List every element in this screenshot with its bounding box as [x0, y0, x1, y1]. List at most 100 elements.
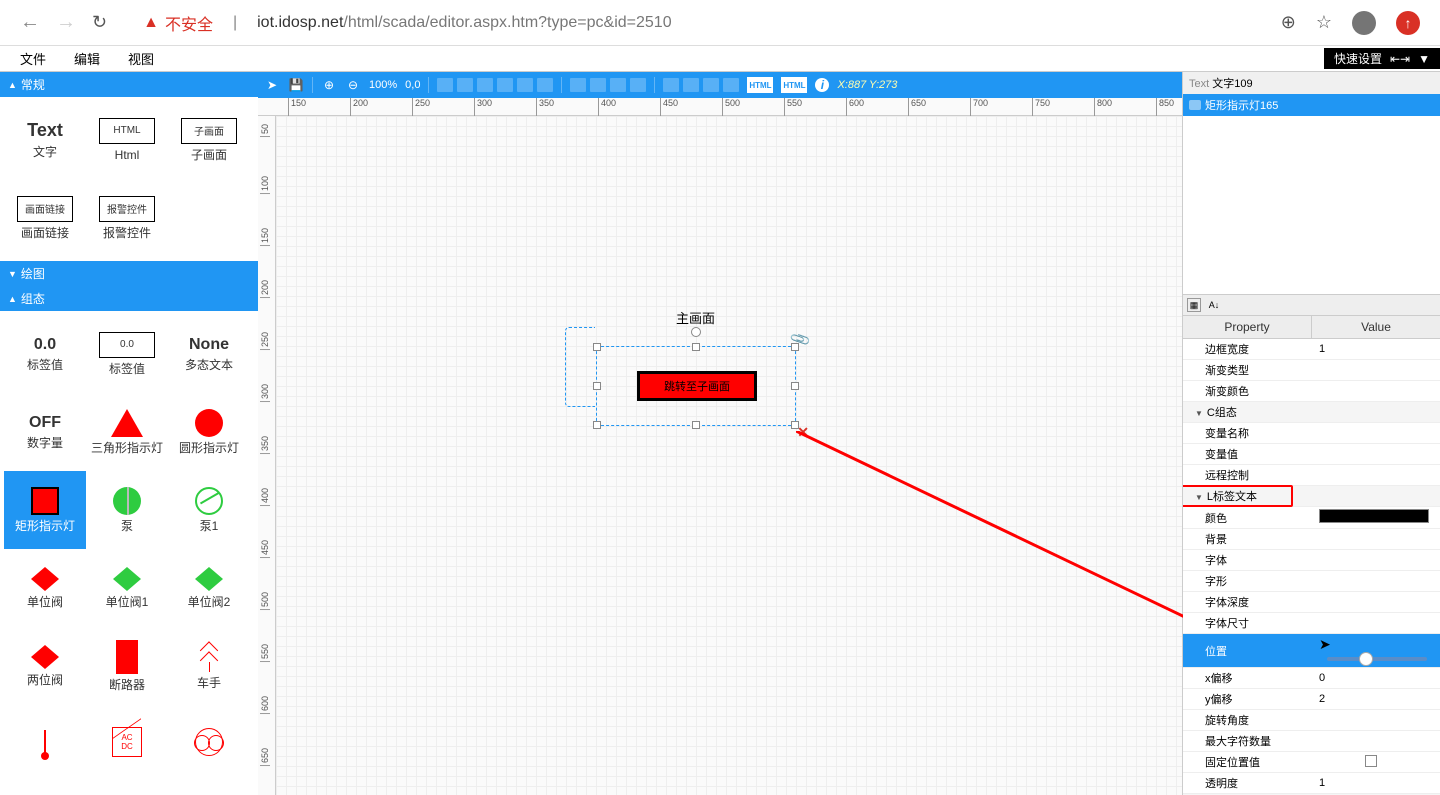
section-draw[interactable]: ▼绘图: [0, 261, 258, 286]
prop-变量名称[interactable]: 变量名称: [1183, 423, 1440, 444]
menu-view[interactable]: 视图: [114, 49, 168, 68]
section-group[interactable]: ▲组态: [0, 286, 258, 311]
indicator-button[interactable]: 跳转至子画面: [637, 371, 757, 401]
resize-handle-se[interactable]: [791, 421, 799, 429]
canvas-title-text: 主画面: [676, 308, 715, 327]
distribute-tools[interactable]: [570, 78, 646, 92]
canvas[interactable]: 主画面 📎 ✕ 跳转至子画面: [276, 116, 1182, 795]
prop-字体[interactable]: 字体: [1183, 550, 1440, 571]
prop-L标签文本[interactable]: L标签文本: [1183, 486, 1440, 507]
shape-报警控件[interactable]: 报警控件报警控件: [86, 179, 168, 257]
shape-矩形指示灯[interactable]: 矩形指示灯: [4, 471, 86, 549]
shape-文字[interactable]: Text文字: [4, 101, 86, 179]
prop-边框宽度[interactable]: 边框宽度1: [1183, 339, 1440, 360]
zoom-icon[interactable]: ⊕: [1281, 12, 1296, 33]
section-normal[interactable]: ▲常规: [0, 72, 258, 97]
security-label: 不安全: [165, 11, 213, 35]
prop-固定位置值[interactable]: 固定位置值: [1183, 752, 1440, 773]
resize-handle-nw[interactable]: [593, 343, 601, 351]
shape-子画面[interactable]: 子画面子画面: [168, 101, 250, 179]
html-badge2-icon[interactable]: HTML: [781, 77, 807, 93]
shape-单位阀1[interactable]: 单位阀1: [86, 549, 168, 627]
zoom-out-icon[interactable]: ⊖: [345, 77, 361, 93]
prop-变量值[interactable]: 变量值: [1183, 444, 1440, 465]
menu-file[interactable]: 文件: [6, 49, 60, 68]
prop-y偏移[interactable]: y偏移2: [1183, 689, 1440, 710]
prop-透明度[interactable]: 透明度1: [1183, 773, 1440, 794]
rotate-handle[interactable]: [691, 327, 701, 337]
zoom-level[interactable]: 100%: [369, 79, 397, 91]
selected-element-label[interactable]: 矩形指示灯165: [1183, 94, 1440, 116]
resize-handle-w[interactable]: [593, 382, 601, 390]
text-element-label[interactable]: Text Text 文字109文字109: [1183, 72, 1440, 94]
shape-单位阀[interactable]: 单位阀: [4, 549, 86, 627]
shape-三角形指示灯[interactable]: 三角形指示灯: [86, 393, 168, 471]
shape-数字量[interactable]: OFF数字量: [4, 393, 86, 471]
chevron-right-icon: ▼: [8, 269, 17, 279]
shape-两位阀[interactable]: 两位阀: [4, 627, 86, 705]
info-icon[interactable]: i: [815, 78, 829, 92]
shape-thermo[interactable]: [4, 705, 86, 783]
resize-handle-ne[interactable]: [791, 343, 799, 351]
resize-handle-e[interactable]: [791, 382, 799, 390]
prop-位置[interactable]: 位置➤: [1183, 634, 1440, 668]
prop-颜色[interactable]: 颜色: [1183, 507, 1440, 529]
collapse-icon: ⇤⇥: [1390, 52, 1410, 66]
indicator-button-label: 跳转至子画面: [664, 378, 730, 394]
chevron-down-icon: ▲: [8, 80, 17, 90]
prop-背景[interactable]: 背景: [1183, 529, 1440, 550]
prop-字体深度[interactable]: 字体深度: [1183, 592, 1440, 613]
props-list[interactable]: 边框宽度1渐变类型渐变颜色C组态变量名称变量值远程控制L标签文本颜色背景字体字形…: [1183, 339, 1440, 795]
shape-单位阀2[interactable]: 单位阀2: [168, 549, 250, 627]
props-toolbar: ▦ A↓: [1183, 294, 1440, 316]
prop-渐变颜色[interactable]: 渐变颜色: [1183, 381, 1440, 402]
star-icon[interactable]: ☆: [1316, 12, 1332, 33]
reload-icon[interactable]: ↻: [92, 12, 107, 33]
user-avatar-icon[interactable]: [1352, 11, 1376, 35]
shape-泵[interactable]: 泵: [86, 471, 168, 549]
shape-acdc[interactable]: ACDC: [86, 705, 168, 783]
shape-多态文本[interactable]: None多态文本: [168, 315, 250, 393]
menu-edit[interactable]: 编辑: [60, 49, 114, 68]
shape-断路器[interactable]: 断路器: [86, 627, 168, 705]
header-property: Property: [1183, 316, 1312, 338]
editor-canvas-area: ➤ 💾 ⊕ ⊖ 100% 0,0 HTML HTML i X:887 Y:273: [258, 72, 1182, 795]
shape-标签值[interactable]: 0.0标签值: [86, 315, 168, 393]
forward-icon[interactable]: →: [56, 11, 76, 34]
resize-handle-s[interactable]: [692, 421, 700, 429]
prop-最大字符数量[interactable]: 最大字符数量: [1183, 731, 1440, 752]
prop-远程控制[interactable]: 远程控制: [1183, 465, 1440, 486]
prop-旋转角度[interactable]: 旋转角度: [1183, 710, 1440, 731]
resize-handle-sw[interactable]: [593, 421, 601, 429]
categorized-icon[interactable]: ▦: [1187, 298, 1201, 312]
shape-flower[interactable]: [168, 705, 250, 783]
resize-handle-n[interactable]: [692, 343, 700, 351]
save-icon[interactable]: 💾: [288, 77, 304, 93]
alphabetical-icon[interactable]: A↓: [1207, 298, 1221, 312]
delete-icon[interactable]: ✕: [797, 424, 809, 441]
address-bar[interactable]: iot.idosp.net/html/scada/editor.aspx.htm…: [257, 14, 671, 32]
security-warning[interactable]: ▲ 不安全: [143, 11, 213, 35]
extension-icon[interactable]: [1396, 11, 1420, 35]
order-tools[interactable]: [663, 78, 739, 92]
align-tools[interactable]: [437, 78, 553, 92]
shape-车手[interactable]: 车手: [168, 627, 250, 705]
chevron-down-icon: ▲: [8, 294, 17, 304]
shape-圆形指示灯[interactable]: 圆形指示灯: [168, 393, 250, 471]
zoom-in-icon[interactable]: ⊕: [321, 77, 337, 93]
quick-settings-label: 快速设置: [1334, 50, 1382, 67]
prop-字形[interactable]: 字形: [1183, 571, 1440, 592]
shape-泵1[interactable]: 泵1: [168, 471, 250, 549]
selection-box[interactable]: 📎 ✕ 跳转至子画面: [596, 346, 796, 426]
prop-字体尺寸[interactable]: 字体尺寸: [1183, 613, 1440, 634]
shape-Html[interactable]: HTMLHtml: [86, 101, 168, 179]
prop-C组态[interactable]: C组态: [1183, 402, 1440, 423]
pointer-icon[interactable]: ➤: [264, 77, 280, 93]
shape-标签值[interactable]: 0.0标签值: [4, 315, 86, 393]
html-badge-icon[interactable]: HTML: [747, 77, 773, 93]
prop-x偏移[interactable]: x偏移0: [1183, 668, 1440, 689]
shape-画面链接[interactable]: 画面链接画面链接: [4, 179, 86, 257]
back-icon[interactable]: ←: [20, 11, 40, 34]
quick-settings[interactable]: 快速设置 ⇤⇥ ▼: [1324, 48, 1440, 69]
prop-渐变类型[interactable]: 渐变类型: [1183, 360, 1440, 381]
